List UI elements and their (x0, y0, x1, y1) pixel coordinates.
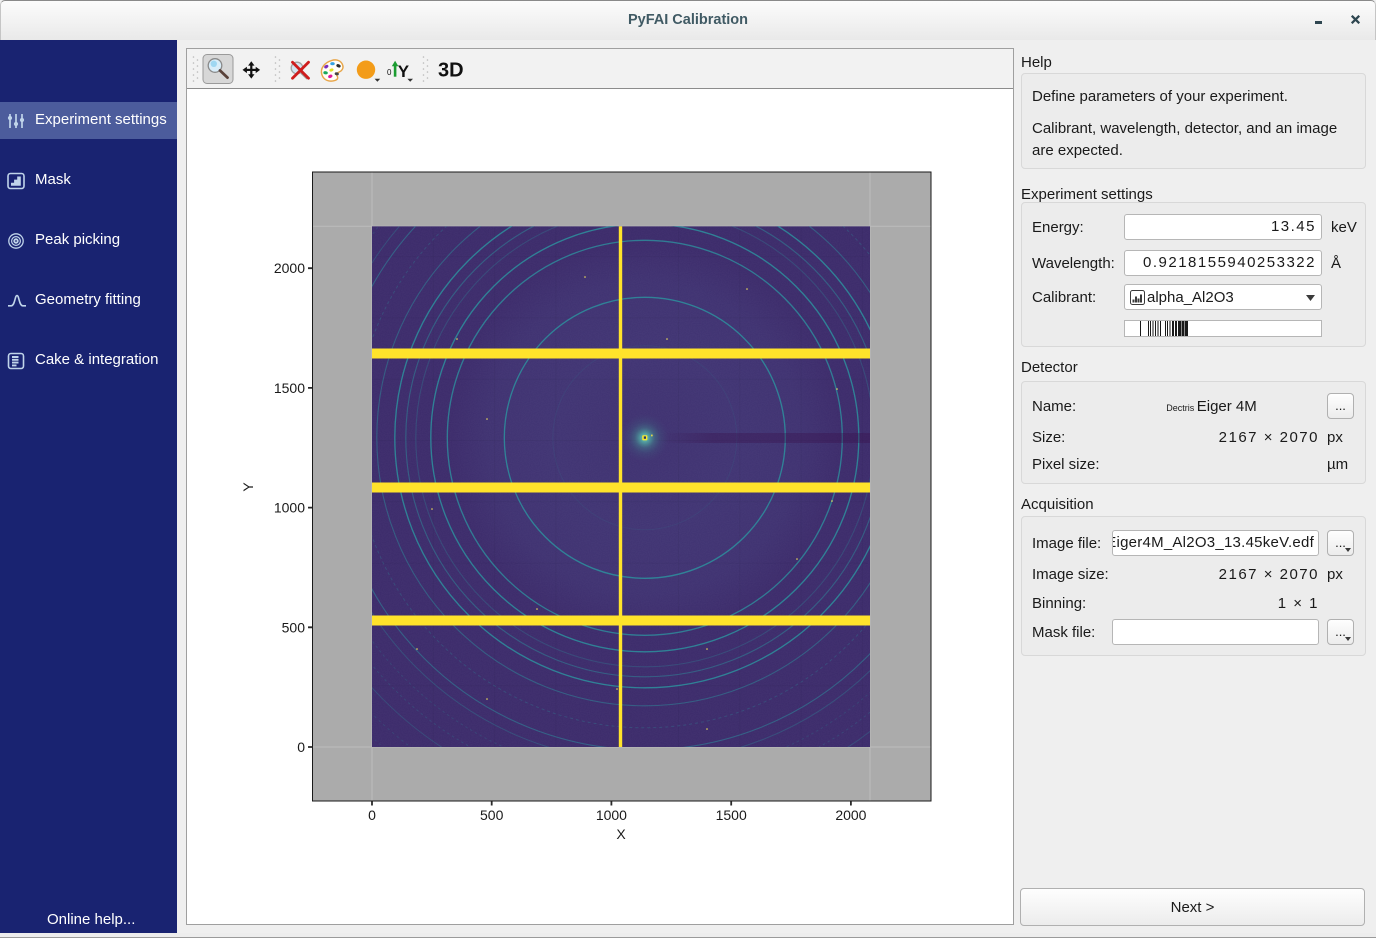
svg-text:Y: Y (240, 482, 256, 492)
svg-text:3D: 3D (438, 60, 464, 82)
svg-text:2000: 2000 (835, 807, 866, 823)
svg-text:Y: Y (398, 62, 410, 81)
svg-text:0: 0 (387, 68, 392, 77)
svg-text:1500: 1500 (716, 807, 747, 823)
svg-text:0: 0 (368, 807, 376, 823)
svg-text:1500: 1500 (274, 380, 305, 396)
svg-text:500: 500 (480, 807, 504, 823)
svg-text:2000: 2000 (274, 260, 305, 276)
svg-text:X: X (616, 826, 626, 842)
svg-text:1000: 1000 (596, 807, 627, 823)
svg-text:0: 0 (297, 739, 305, 755)
svg-text:500: 500 (282, 619, 306, 635)
svg-text:1000: 1000 (274, 500, 305, 516)
